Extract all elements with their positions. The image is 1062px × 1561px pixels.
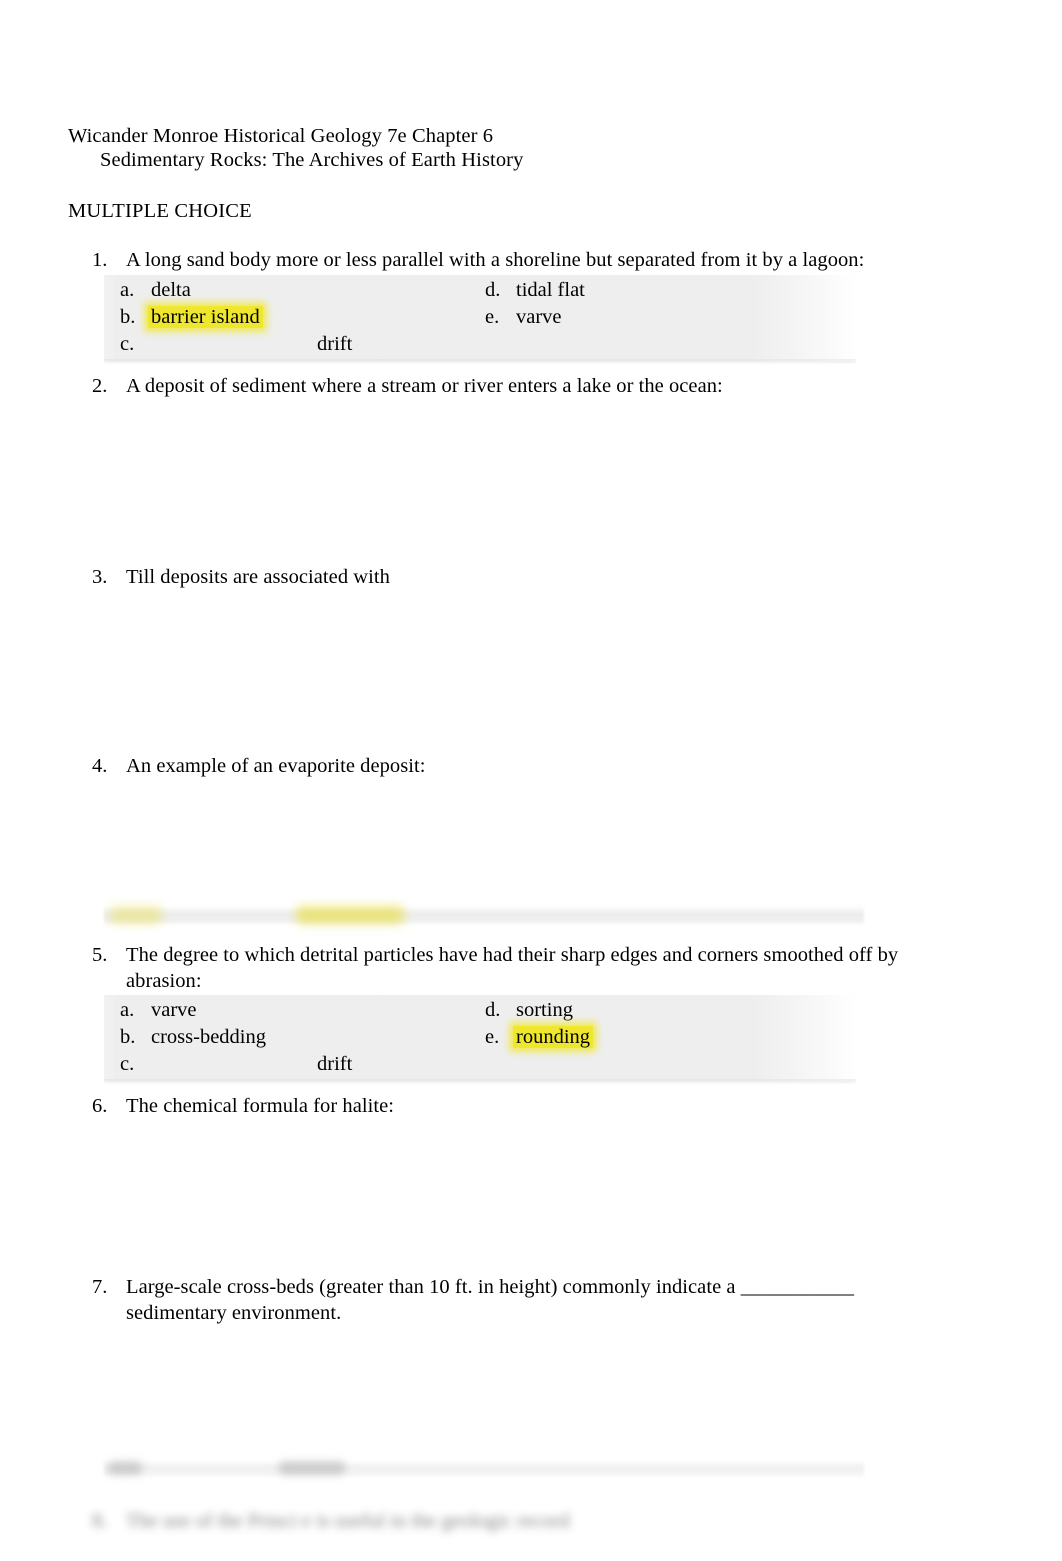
question-3-stem: Till deposits are associated with [126, 566, 390, 588]
redacted-answer-band-upper [104, 906, 864, 926]
question-1-stem-wrap: 1. A long sand body more or less paralle… [0, 248, 1062, 274]
choice-1b[interactable]: b. barrier island [120, 304, 263, 331]
highlight-smudge [296, 906, 404, 924]
answer-row: a. varve d. sorting [104, 997, 856, 1024]
choice-letter: d. [485, 278, 501, 301]
question-7-stem-wrap: 7. Large-scale cross-beds (greater than … [0, 1275, 1062, 1326]
question-1-stem: A long sand body more or less parallel w… [126, 249, 865, 271]
choice-text-highlighted: rounding [513, 1026, 594, 1048]
question-3-number: 3. [92, 566, 108, 588]
answer-row: c. drift [104, 1051, 856, 1078]
question-2-number: 2. [92, 375, 108, 397]
question-6: 6. The chemical formula for halite: [0, 1094, 1062, 1120]
choice-letter: e. [485, 1026, 500, 1048]
question-6-number: 6. [92, 1095, 108, 1117]
choice-text: varve [516, 305, 562, 328]
text-smudge [279, 1461, 345, 1475]
question-4: 4. An example of an evaporite deposit: [0, 754, 1062, 780]
question-3: 3. Till deposits are associated with [0, 565, 1062, 591]
question-6-stem: The chemical formula for halite: [126, 1095, 394, 1117]
question-5-stem-wrap: 5. The degree to which detrital particle… [0, 943, 1062, 994]
question-5-number: 5. [92, 944, 108, 966]
choice-text: varve [151, 999, 197, 1021]
choice-letter: a. [120, 278, 135, 301]
choice-1c[interactable]: c. drift [120, 331, 352, 358]
question-5: 5. The degree to which detrital particle… [0, 943, 1062, 1085]
answer-row: b. barrier island e. varve [104, 304, 856, 331]
document-header: Wicander Monroe Historical Geology 7e Ch… [68, 124, 968, 172]
choice-1e[interactable]: e. varve [485, 304, 562, 331]
choice-letter: b. [120, 1026, 136, 1048]
header-line-subtitle: Sedimentary Rocks: The Archives of Earth… [100, 149, 524, 171]
choice-text: delta [151, 278, 191, 301]
choice-letter: d. [485, 999, 501, 1021]
choice-letter: e. [485, 305, 500, 328]
question-4-number: 4. [92, 755, 108, 777]
choice-text: drift [317, 1053, 353, 1075]
choice-5b[interactable]: b. cross-bedding [120, 1024, 266, 1051]
question-7: 7. Large-scale cross-beds (greater than … [0, 1275, 1062, 1326]
question-2-stem-wrap: 2. A deposit of sediment where a stream … [0, 374, 1062, 400]
header-line-title: Wicander Monroe Historical Geology 7e Ch… [68, 125, 494, 147]
redacted-answer-band-lower [104, 1460, 864, 1478]
choice-5c[interactable]: c. drift [120, 1051, 352, 1078]
question-5-answers: a. varve d. sorting b. cross-bedding e. roun… [104, 995, 856, 1085]
choice-1d[interactable]: d. tidal flat [485, 277, 585, 304]
blurred-question-number: 8. [92, 1510, 108, 1532]
question-5-stem: The degree to which detrital particles h… [126, 944, 899, 992]
question-7-number: 7. [92, 1276, 108, 1298]
blurred-question-text: The use of the Princi e is useful in the… [126, 1510, 570, 1532]
choice-text: cross-bedding [151, 1026, 267, 1048]
answer-row: a. delta d. tidal flat [104, 277, 856, 304]
choice-text: sorting [516, 999, 573, 1021]
question-1-number: 1. [92, 249, 108, 271]
question-4-stem-wrap: 4. An example of an evaporite deposit: [0, 754, 1062, 780]
choice-5a[interactable]: a. varve [120, 997, 197, 1024]
question-4-stem: An example of an evaporite deposit: [126, 755, 426, 777]
document-page: Wicander Monroe Historical Geology 7e Ch… [0, 0, 1062, 1561]
choice-letter: c. [120, 332, 135, 355]
choice-text: drift [317, 332, 353, 355]
choice-text: tidal flat [516, 278, 585, 301]
choice-5e[interactable]: e. rounding [485, 1024, 594, 1051]
choice-letter: a. [120, 999, 135, 1021]
question-1: 1. A long sand body more or less paralle… [0, 248, 1062, 365]
question-7-stem: Large-scale cross-beds (greater than 10 … [126, 1276, 855, 1324]
question-2: 2. A deposit of sediment where a stream … [0, 374, 1062, 400]
highlight-smudge [110, 906, 162, 924]
section-label-multiple-choice: MULTIPLE CHOICE [68, 200, 252, 222]
blurred-question-8: 8. The use of the Princi e is useful in t… [92, 1508, 652, 1534]
answer-row: c. drift [104, 331, 856, 358]
choice-letter: b. [120, 305, 136, 328]
choice-1a[interactable]: a. delta [120, 277, 191, 304]
question-2-stem: A deposit of sediment where a stream or … [126, 375, 723, 397]
answer-row: b. cross-bedding e. rounding [104, 1024, 856, 1051]
text-smudge [108, 1461, 142, 1475]
question-1-answers: a. delta d. tidal flat b. barrier island e.… [104, 274, 856, 365]
choice-text-highlighted: barrier island [148, 305, 263, 328]
question-6-stem-wrap: 6. The chemical formula for halite: [0, 1094, 1062, 1120]
choice-letter: c. [120, 1053, 135, 1075]
question-3-stem-wrap: 3. Till deposits are associated with [0, 565, 1062, 591]
choice-5d[interactable]: d. sorting [485, 997, 573, 1024]
